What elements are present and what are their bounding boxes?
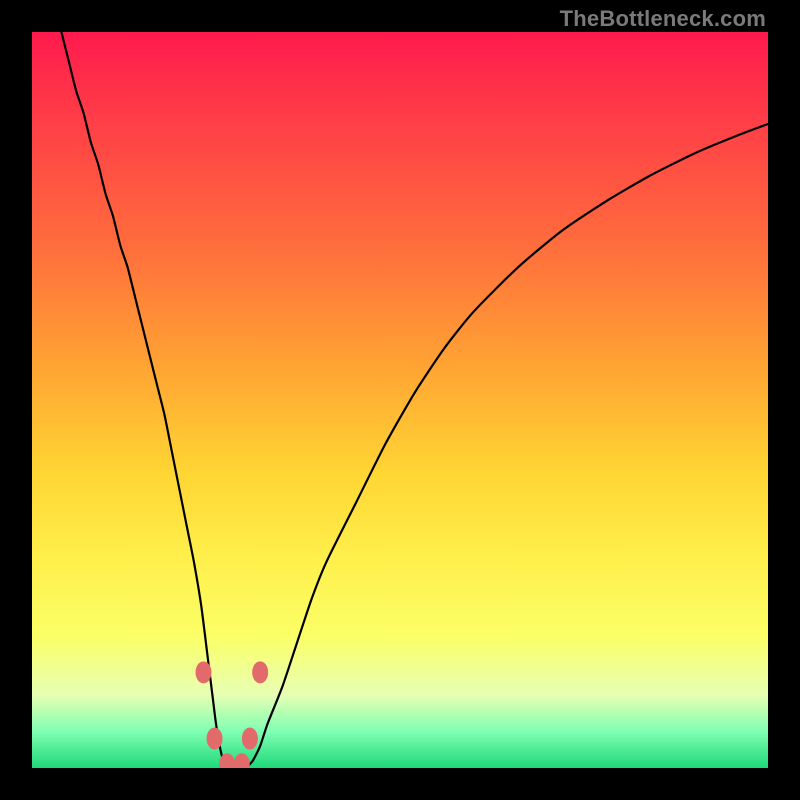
curve-marker <box>234 753 250 768</box>
curve-marker <box>242 728 258 750</box>
attribution-text: TheBottleneck.com <box>560 6 766 32</box>
curve-marker <box>195 661 211 683</box>
bottleneck-curve-line <box>61 32 768 768</box>
bottleneck-curve-svg <box>32 32 768 768</box>
curve-marker <box>252 661 268 683</box>
curve-marker <box>207 728 223 750</box>
chart-plot-area <box>32 32 768 768</box>
